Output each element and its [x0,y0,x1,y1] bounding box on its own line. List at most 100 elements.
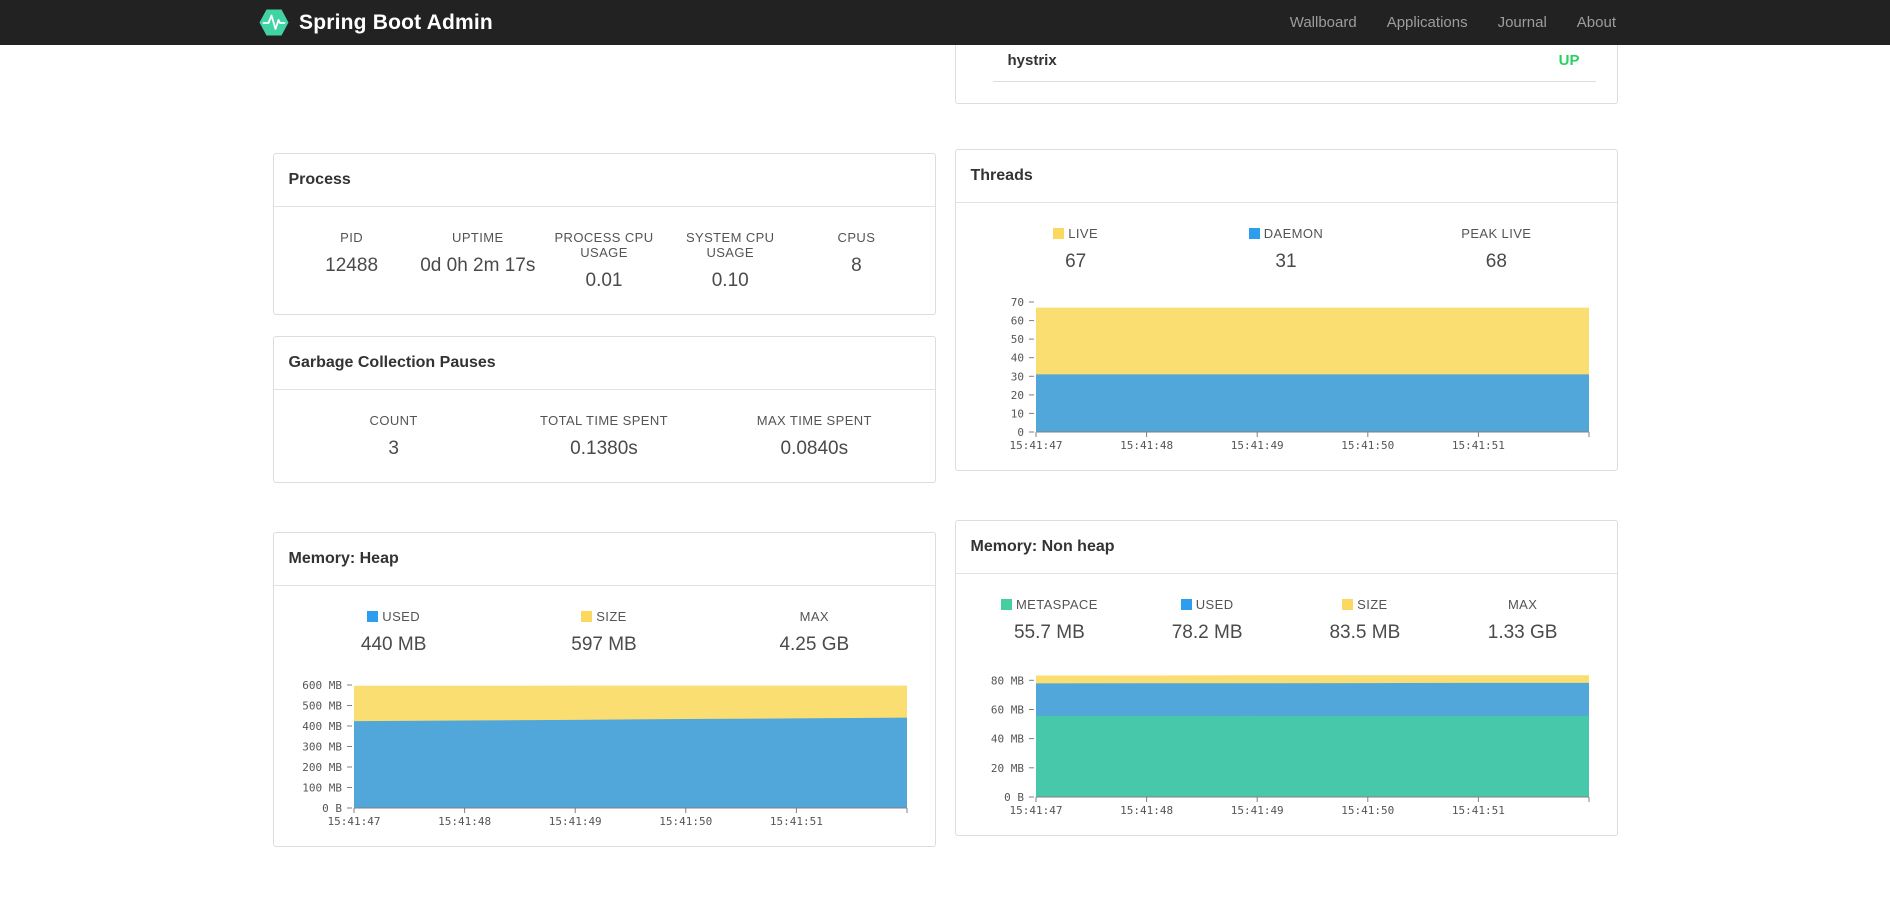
area-series-used [353,717,907,808]
metric-value: 68 [1485,251,1507,272]
legend-swatch [1000,599,1012,610]
metric-value: 0.0840s [780,438,849,459]
metric-value: 3 [388,438,399,459]
metric-label: PID [289,230,415,245]
area-series-daemon [1035,374,1589,432]
metric-label: COUNT [289,413,499,428]
x-tick-label: 15:41:50 [1341,439,1394,452]
y-tick-label: 20 MB [990,762,1023,775]
metric-value: 440 MB [360,634,427,655]
y-tick-label: 200 MB [302,761,342,774]
y-tick-label: 70 [1010,297,1023,309]
metric-label: USED [289,609,499,624]
metric-label: SYSTEM CPU USAGE [667,230,793,260]
metric-label-text: MAX [1507,597,1538,612]
metric-process-cpu-usage: PROCESS CPU USAGE 0.01 [541,230,667,292]
metric-label-text: SIZE [596,609,627,624]
memory-nonheap-chart: 15:41:47 15:41:48 15:41:49 15:41:50 15:41:51… [956,668,1617,821]
y-tick-label: 0 B [1004,791,1024,804]
metric-used: USED 440 MB [289,609,499,656]
metric-label-text: LIVE [1068,226,1099,241]
metric-label: METASPACE [971,597,1129,612]
health-row-hystrix: hystrix UP [992,44,1596,82]
x-tick-label: 15:41:51 [1451,439,1504,452]
metric-size: SIZE 597 MB [499,609,709,656]
metric-label-text: TOTAL TIME SPENT [539,413,668,428]
nav-item-about[interactable]: About [1562,0,1631,45]
left-column: Process PID 12488 UPTIME 0d 0h 2m 17s PR… [272,45,936,847]
metric-peak-live: PEAK LIVE 68 [1391,226,1601,273]
threads-card-title: Threads [955,150,1617,203]
x-tick-label: 15:41:51 [1451,804,1504,817]
metric-label: UPTIME [415,230,541,245]
x-tick-label: 15:41:51 [769,815,822,828]
metric-label-text: USED [382,609,421,624]
metric-label-text: COUNT [369,413,418,428]
metric-label-text: MAX TIME SPENT [756,413,872,428]
metric-label-text: CPUS [837,230,876,245]
metric-label: MAX [709,609,919,624]
y-tick-label: 0 B [322,802,342,815]
y-tick-label: 20 [1010,389,1023,402]
metric-value: 0.1380s [570,438,638,459]
metric-label-text: UPTIME [452,230,504,245]
metric-metaspace: METASPACE 55.7 MB [971,597,1129,644]
y-tick-label: 60 [1010,315,1023,328]
metric-cpus: CPUS 8 [793,230,919,292]
legend-swatch [1248,228,1260,239]
threads-legend: LIVE 67 DAEMON 31 PEAK LIVE 68 [956,203,1617,295]
y-tick-label: 600 MB [302,680,342,692]
x-tick-label: 15:41:49 [1230,439,1283,452]
metric-value: 31 [1275,251,1297,272]
spring-boot-admin-logo-icon [259,9,289,36]
brand-link[interactable]: Spring Boot Admin [259,9,493,36]
metric-value: 67 [1065,251,1087,272]
memory-nonheap-card-title: Memory: Non heap [955,521,1617,574]
legend-swatch [1342,599,1354,610]
metric-value: 55.7 MB [1013,622,1085,643]
metric-value: 12488 [325,255,379,276]
nav-item-wallboard[interactable]: Wallboard [1275,0,1372,45]
x-tick-label: 15:41:49 [548,815,601,828]
y-tick-label: 40 MB [990,733,1023,746]
chart-svg: 15:41:47 15:41:48 15:41:49 15:41:50 15:41:51… [990,674,1589,817]
metric-pid: PID 12488 [289,230,415,292]
x-tick-label: 15:41:49 [1230,804,1283,817]
metric-daemon: DAEMON 31 [1181,226,1391,273]
metric-value: 597 MB [571,634,637,655]
nav-item-journal[interactable]: Journal [1483,0,1562,45]
metric-live: LIVE 67 [971,226,1181,273]
metric-value: 8 [851,255,862,276]
top-navbar: Spring Boot Admin Wallboard Applications… [0,0,1890,45]
metric-label: SIZE [499,609,709,624]
main-content: Process PID 12488 UPTIME 0d 0h 2m 17s PR… [272,33,1618,917]
process-card-title: Process [273,154,935,207]
metric-total-time-spent: TOTAL TIME SPENT 0.1380s [499,413,709,460]
metric-used: USED 78.2 MB [1128,597,1286,644]
legend-swatch [1053,228,1065,239]
gc-metrics: COUNT 3 TOTAL TIME SPENT 0.1380s MAX TIM… [274,390,935,482]
y-tick-label: 400 MB [302,720,342,733]
x-tick-label: 15:41:48 [1120,804,1173,817]
x-tick-label: 15:41:47 [327,815,380,828]
metric-label: USED [1128,597,1286,612]
metric-label-text: PEAK LIVE [1461,226,1532,241]
metric-value: 0.01 [585,270,623,291]
y-tick-label: 40 [1010,352,1023,365]
nav-item-applications[interactable]: Applications [1372,0,1483,45]
metric-label: LIVE [971,226,1181,241]
metric-label-text: PID [340,230,364,245]
right-column: hystrix UP Threads LIVE 67 DAEMON 31 PEA… [954,33,1618,836]
health-application-name: hystrix [1007,52,1057,69]
metric-size: SIZE 83.5 MB [1286,597,1444,644]
threads-chart: 15:41:47 15:41:48 15:41:49 15:41:50 15:41:51… [956,297,1617,456]
metric-label: TOTAL TIME SPENT [499,413,709,428]
y-tick-label: 50 [1010,333,1023,346]
metric-label-text: SIZE [1357,597,1388,612]
metric-label-text: SYSTEM CPU USAGE [685,230,775,260]
process-metrics: PID 12488 UPTIME 0d 0h 2m 17s PROCESS CP… [274,207,935,314]
x-tick-label: 15:41:48 [438,815,491,828]
metric-value: 4.25 GB [779,634,850,655]
memory-heap-legend: USED 440 MB SIZE 597 MB MAX 4.25 GB [274,586,935,678]
area-series-metaspace [1035,715,1589,797]
